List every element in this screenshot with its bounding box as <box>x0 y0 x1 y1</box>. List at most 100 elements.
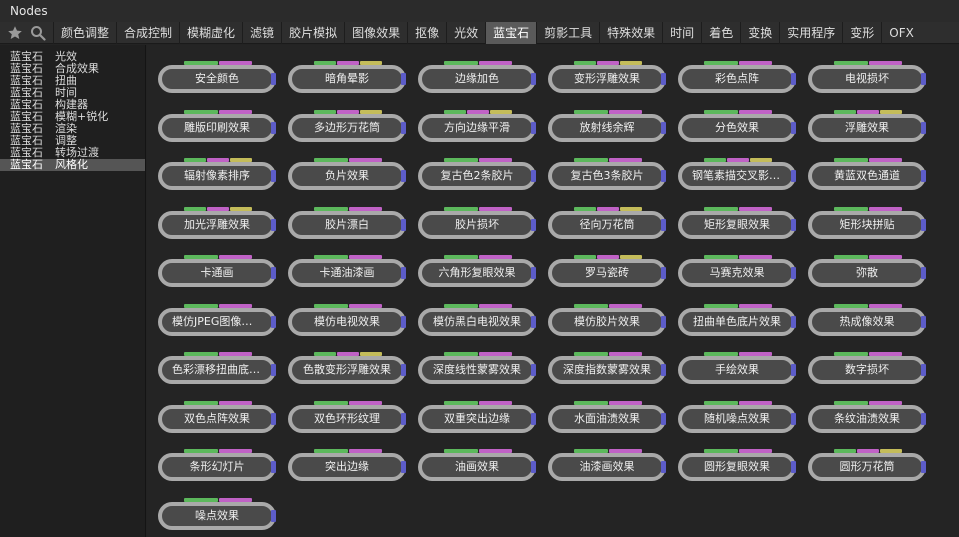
tab-11[interactable]: 时间 <box>662 22 701 44</box>
output-port[interactable] <box>661 170 666 182</box>
effect-node[interactable]: 色彩漂移扭曲底片… <box>158 352 276 386</box>
input-port[interactable] <box>314 109 336 114</box>
input-port[interactable] <box>207 206 229 211</box>
output-port[interactable] <box>531 121 536 134</box>
input-port[interactable] <box>704 109 738 114</box>
input-port[interactable] <box>574 109 608 114</box>
input-port[interactable] <box>608 303 642 308</box>
output-port[interactable] <box>531 170 536 182</box>
tab-2[interactable]: 模糊虚化 <box>179 22 242 44</box>
input-port[interactable] <box>444 303 478 308</box>
output-port[interactable] <box>921 364 926 376</box>
output-port[interactable] <box>401 121 406 134</box>
output-port[interactable] <box>661 73 666 85</box>
output-port[interactable] <box>401 73 406 85</box>
input-port[interactable] <box>738 303 772 308</box>
input-port[interactable] <box>337 109 359 114</box>
output-port[interactable] <box>921 121 926 134</box>
effect-node[interactable]: 扭曲单色底片效果 <box>678 303 796 338</box>
effect-node[interactable]: 圆形复眼效果 <box>678 449 796 483</box>
output-port[interactable] <box>791 170 796 182</box>
effect-node[interactable]: 热成像效果 <box>808 303 926 338</box>
output-port[interactable] <box>531 461 536 473</box>
input-port[interactable] <box>478 206 512 211</box>
input-port[interactable] <box>218 400 252 405</box>
effect-node[interactable]: 黄蓝双色通道 <box>808 158 926 192</box>
effect-node[interactable]: 罗马瓷砖 <box>548 255 666 289</box>
sidebar-item[interactable]: 蓝宝石 风格化 <box>0 159 145 171</box>
input-port[interactable] <box>444 400 478 405</box>
input-port[interactable] <box>184 497 218 502</box>
effect-node[interactable]: 暗角晕影 <box>288 61 406 95</box>
output-port[interactable] <box>401 170 406 182</box>
effect-node[interactable]: 噪点效果 <box>158 497 276 532</box>
effect-node[interactable]: 钢笔素描交叉影线画 <box>678 158 796 192</box>
output-port[interactable] <box>531 412 536 425</box>
effect-node[interactable]: 卡通画 <box>158 255 276 289</box>
tab-3[interactable]: 滤镜 <box>242 22 281 44</box>
output-port[interactable] <box>791 73 796 85</box>
tab-15[interactable]: 变形 <box>842 22 881 44</box>
effect-node[interactable]: 模仿胶片效果 <box>548 303 666 338</box>
output-port[interactable] <box>921 412 926 425</box>
effect-node[interactable]: 水面油渍效果 <box>548 400 666 435</box>
output-port[interactable] <box>531 73 536 85</box>
output-port[interactable] <box>401 218 406 231</box>
effect-node[interactable]: 突出边缘 <box>288 449 406 483</box>
output-port[interactable] <box>661 461 666 473</box>
input-port[interactable] <box>738 206 772 211</box>
effect-node[interactable]: 马赛克效果 <box>678 255 796 289</box>
tab-14[interactable]: 实用程序 <box>779 22 842 44</box>
input-port[interactable] <box>348 303 382 308</box>
tab-9[interactable]: 剪影工具 <box>536 22 599 44</box>
input-port[interactable] <box>348 206 382 211</box>
input-port[interactable] <box>314 400 348 405</box>
output-port[interactable] <box>271 267 276 279</box>
output-port[interactable] <box>661 364 666 376</box>
effect-node[interactable]: 浮雕效果 <box>808 109 926 144</box>
input-port[interactable] <box>574 303 608 308</box>
output-port[interactable] <box>921 218 926 231</box>
output-port[interactable] <box>661 218 666 231</box>
output-port[interactable] <box>271 170 276 182</box>
tab-4[interactable]: 胶片模拟 <box>281 22 344 44</box>
output-port[interactable] <box>661 315 666 328</box>
tab-0[interactable]: 颜色调整 <box>53 22 116 44</box>
effect-node[interactable]: 放射线余辉 <box>548 109 666 144</box>
input-port[interactable] <box>478 400 512 405</box>
input-port[interactable] <box>574 400 608 405</box>
input-port[interactable] <box>490 109 512 114</box>
effect-node[interactable]: 复古色2条胶片 <box>418 158 536 192</box>
effect-node[interactable]: 双重突出边缘 <box>418 400 536 435</box>
effect-node[interactable]: 油漆画效果 <box>548 449 666 483</box>
effect-node[interactable]: 双色点阵效果 <box>158 400 276 435</box>
output-port[interactable] <box>271 412 276 425</box>
input-port[interactable] <box>608 400 642 405</box>
tab-5[interactable]: 图像效果 <box>344 22 407 44</box>
output-port[interactable] <box>791 412 796 425</box>
input-port[interactable] <box>834 303 868 308</box>
input-port[interactable] <box>478 303 512 308</box>
input-port[interactable] <box>218 497 252 502</box>
input-port[interactable] <box>608 109 642 114</box>
effect-node[interactable]: 安全颜色 <box>158 61 276 95</box>
tab-8[interactable]: 蓝宝石 <box>485 22 537 44</box>
effect-node[interactable]: 六角形复眼效果 <box>418 255 536 289</box>
effect-node[interactable]: 手绘效果 <box>678 352 796 386</box>
effect-node[interactable]: 分色效果 <box>678 109 796 144</box>
input-port[interactable] <box>834 400 868 405</box>
output-port[interactable] <box>791 121 796 134</box>
input-port[interactable] <box>218 109 252 114</box>
input-port[interactable] <box>857 109 879 114</box>
input-port[interactable] <box>348 400 382 405</box>
effect-node[interactable]: 弥散 <box>808 255 926 289</box>
input-port[interactable] <box>738 109 772 114</box>
output-port[interactable] <box>401 364 406 376</box>
output-port[interactable] <box>921 73 926 85</box>
output-port[interactable] <box>791 315 796 328</box>
output-port[interactable] <box>401 315 406 328</box>
output-port[interactable] <box>921 461 926 473</box>
input-port[interactable] <box>184 206 206 211</box>
output-port[interactable] <box>661 267 666 279</box>
output-port[interactable] <box>661 121 666 134</box>
